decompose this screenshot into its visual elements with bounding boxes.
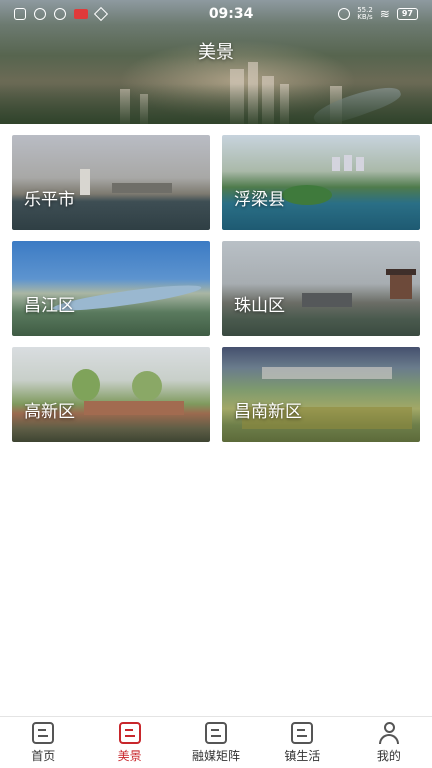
region-tile-fuliang[interactable]: 浮梁县 bbox=[222, 135, 420, 230]
region-label: 昌南新区 bbox=[234, 402, 302, 422]
mute-icon bbox=[338, 8, 351, 20]
region-label: 高新区 bbox=[24, 402, 75, 422]
region-tile-leping[interactable]: 乐平市 bbox=[12, 135, 210, 230]
app-notification-icon bbox=[54, 8, 66, 20]
region-label: 浮梁县 bbox=[234, 190, 285, 210]
nav-label: 我的 bbox=[376, 749, 401, 763]
file-icon bbox=[14, 8, 26, 20]
region-label: 昌江区 bbox=[24, 296, 75, 316]
home-icon bbox=[32, 722, 55, 744]
region-tile-changjiang[interactable]: 昌江区 bbox=[12, 241, 210, 336]
wifi-icon: ≋ bbox=[379, 7, 390, 21]
nav-label: 镇生活 bbox=[284, 749, 321, 763]
nav-item-scenery[interactable]: 美景 bbox=[86, 717, 172, 768]
nav-label: 融媒矩阵 bbox=[192, 749, 241, 763]
region-label: 珠山区 bbox=[234, 296, 285, 316]
page-title: 美景 bbox=[198, 42, 234, 63]
bottom-nav: 首页 美景 融媒矩阵 镇生活 我的 bbox=[0, 716, 432, 768]
location-icon bbox=[34, 8, 46, 20]
scenery-icon bbox=[118, 722, 141, 744]
app-badge-icon bbox=[74, 9, 88, 19]
user-icon bbox=[378, 722, 400, 744]
battery-indicator: 97 bbox=[396, 8, 418, 20]
network-speed: 55.2 KB/s bbox=[357, 6, 373, 21]
nav-label: 首页 bbox=[31, 749, 56, 763]
header-banner: 09:34 55.2 KB/s ≋ 97 美景 bbox=[0, 0, 432, 124]
clock: 09:34 bbox=[208, 6, 254, 22]
media-icon bbox=[205, 722, 228, 744]
nav-item-profile[interactable]: 我的 bbox=[346, 717, 432, 768]
nav-item-town-life[interactable]: 镇生活 bbox=[259, 717, 345, 768]
region-tile-gaoxin[interactable]: 高新区 bbox=[12, 347, 210, 442]
status-bar: 09:34 55.2 KB/s ≋ 97 bbox=[0, 0, 432, 28]
nav-item-media[interactable]: 融媒矩阵 bbox=[173, 717, 259, 768]
tools-icon bbox=[93, 6, 109, 22]
nav-label: 美景 bbox=[117, 749, 142, 763]
town-life-icon bbox=[291, 722, 314, 744]
region-tile-changnan[interactable]: 昌南新区 bbox=[222, 347, 420, 442]
region-tile-zhushan[interactable]: 珠山区 bbox=[222, 241, 420, 336]
region-label: 乐平市 bbox=[24, 190, 75, 210]
nav-item-home[interactable]: 首页 bbox=[0, 717, 86, 768]
